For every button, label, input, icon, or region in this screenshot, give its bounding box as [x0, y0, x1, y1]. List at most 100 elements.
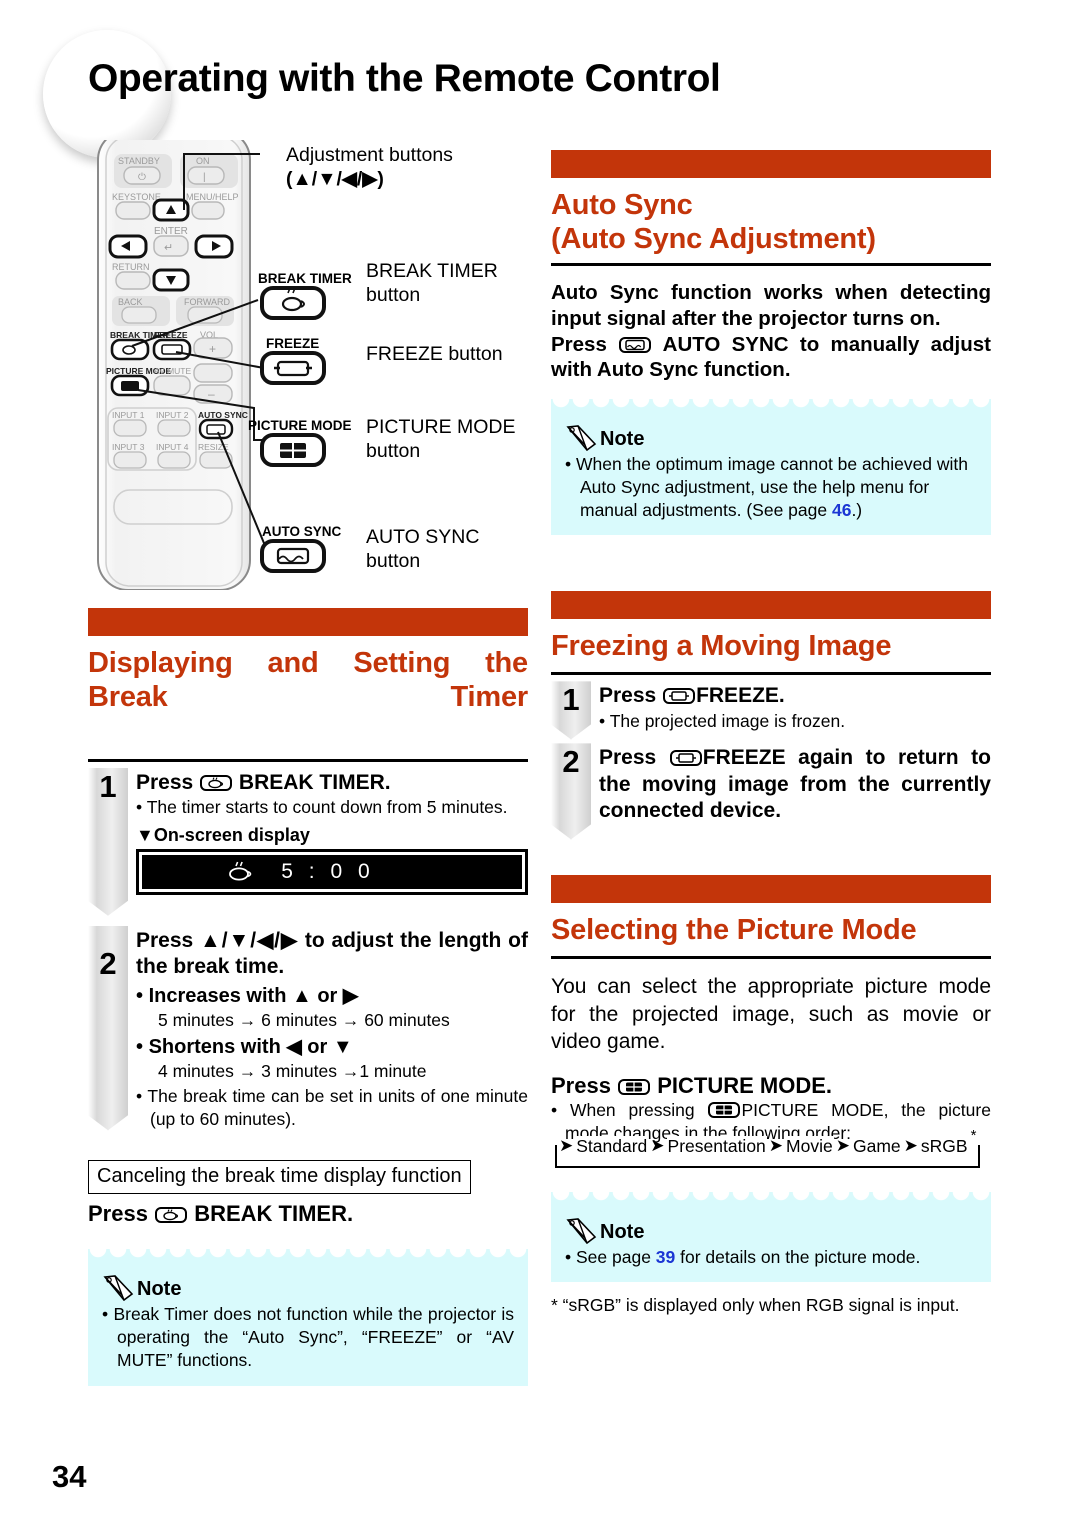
press-suffix: PICTURE MODE. — [657, 1073, 832, 1099]
step-subline-shorten: 4 minutes → 3 minutes →1 minute — [158, 1061, 427, 1082]
svg-text:⏻: ⏻ — [138, 172, 146, 183]
callout-adjustment-buttons: Adjustment buttons (▲/▼/◀/▶) — [286, 144, 453, 192]
pencil-icon — [566, 1217, 597, 1244]
manual-page: Operating with the Remote Control STANDB… — [0, 0, 1080, 1529]
picture-mode-description: You can select the appropriate picture m… — [551, 975, 991, 1053]
svg-text:+: + — [209, 342, 216, 356]
cancel-break-timer-block: Canceling the break time display functio… — [88, 1160, 528, 1227]
section-auto-sync: Auto Sync (Auto Sync Adjustment) Auto Sy… — [551, 150, 991, 536]
flow-arrow: ➤ — [903, 1136, 918, 1156]
press-suffix: AUTO SYNC to manually adjust with Auto S… — [551, 332, 991, 382]
flow-item: Standard — [575, 1135, 649, 1157]
flow-item: Game — [851, 1135, 902, 1157]
flow-item: sRGB — [919, 1135, 969, 1157]
note-item: Break Timer does not function while the … — [102, 1303, 514, 1371]
svg-text:MENU/HELP: MENU/HELP — [186, 192, 239, 202]
svg-text:BACK: BACK — [118, 297, 143, 307]
section-accent-bar — [551, 875, 991, 904]
heading-line-1: Auto Sync — [551, 189, 693, 221]
page-reference: 46 — [831, 499, 852, 520]
note-label: Note — [600, 1220, 645, 1243]
svg-text:BREAK TIMER: BREAK TIMER — [258, 271, 352, 286]
press-prefix: Press — [599, 684, 657, 708]
note-item: See page 39 for details on the picture m… — [565, 1246, 977, 1269]
step-heading: Press FREEZE. — [599, 683, 991, 709]
note-list: Break Timer does not function while the … — [102, 1303, 514, 1371]
svg-text:↵: ↵ — [164, 242, 173, 254]
press-prefix: Press — [88, 1201, 148, 1227]
auto-sync-press-instruction: Press AUTO SYNC to manually adjust with … — [551, 332, 991, 384]
section-freezing: Freezing a Moving Image 1 Press FREEZE. … — [551, 591, 991, 839]
pencil-icon — [103, 1275, 134, 1302]
step-subline-increase: 5 minutes → 6 minutes → 60 minutes — [158, 1010, 450, 1031]
note-header: Note — [102, 1275, 514, 1302]
step-bullet-shorten: Shortens with ◀ or ▼ — [136, 1034, 528, 1060]
picture-mode-icon — [618, 1079, 651, 1096]
note-item: When the optimum image cannot be achieve… — [565, 453, 977, 521]
cancel-press-instruction: Press BREAK TIMER. — [88, 1201, 528, 1227]
step-bullet: The projected image is frozen. — [599, 710, 991, 733]
svg-text:FREEZE: FREEZE — [266, 336, 319, 351]
section-divider — [551, 956, 991, 960]
bullet-text-before: When pressing — [569, 1100, 695, 1121]
press-prefix: Press — [599, 746, 657, 770]
note-text-before: When the optimum image cannot be achieve… — [576, 454, 969, 520]
pencil-icon — [566, 425, 597, 452]
flow-arrow-in: ➤ — [559, 1136, 574, 1156]
freeze-icon — [663, 688, 696, 705]
coffee-cup-icon — [229, 861, 252, 881]
step-heading: Press ▲/▼/◀/▶ to adjust the length of th… — [136, 928, 528, 979]
callout-line-1: BREAK TIMER — [366, 260, 498, 282]
callout-line-2: button — [366, 283, 421, 306]
step-content: Press BREAK TIMER. The timer starts to c… — [136, 768, 528, 916]
callout-line-2: button — [366, 549, 421, 572]
step-number: 2 — [88, 926, 128, 1131]
callout-line-1: Adjustment buttons — [286, 144, 453, 166]
svg-text:ON: ON — [196, 156, 210, 166]
step-break-timer-1: 1 Press BREAK TIMER. The timer starts to… — [88, 768, 528, 916]
svg-text:PICTURE MODE: PICTURE MODE — [248, 418, 352, 433]
callout-picture-mode: PICTURE MODE button — [366, 416, 516, 464]
remote-control-figure: STANDBY ⏻ ON | KEYSTONE MENU/HELP ENTER … — [88, 129, 533, 591]
note-header: Note — [565, 425, 977, 452]
page-number: 34 — [52, 1459, 87, 1494]
section-heading-break-timer: Displaying and Setting the Break Timer — [88, 647, 528, 713]
picture-mode-icon — [708, 1102, 741, 1119]
press-prefix: Press — [551, 1073, 611, 1099]
note-label: Note — [137, 1278, 182, 1301]
step-content: Press FREEZE. The projected image is fro… — [599, 681, 991, 739]
note-list: See page 39 for details on the picture m… — [565, 1246, 977, 1269]
page-title: Operating with the Remote Control — [88, 57, 721, 100]
svg-text:INPUT 3: INPUT 3 — [112, 442, 145, 452]
section-accent-bar — [551, 591, 991, 620]
note-text-after: .) — [851, 499, 863, 520]
press-suffix: BREAK TIMER. — [194, 1201, 354, 1227]
svg-text:INPUT 1: INPUT 1 — [112, 410, 145, 420]
osd-timer-value: 5 : 0 0 — [281, 859, 375, 883]
step-bullet-increase: Increases with ▲ or ▶ — [136, 983, 528, 1009]
step-content: Press FREEZE again to return to the movi… — [599, 743, 991, 839]
step-final-bullet: The break time can be set in units of on… — [136, 1085, 528, 1131]
heading-line-2: (Auto Sync Adjustment) — [551, 222, 876, 255]
freeze-icon — [669, 750, 702, 767]
step-freeze-2: 2 Press FREEZE again to return to the mo… — [551, 743, 991, 839]
step-freeze-1: 1 Press FREEZE. The projected image is f… — [551, 681, 991, 739]
section-picture-mode: Selecting the Picture Mode You can selec… — [551, 875, 991, 1317]
press-suffix: BREAK TIMER. — [238, 770, 391, 794]
on-screen-display: 5 : 0 0 — [136, 848, 528, 895]
callout-auto-sync: AUTO SYNC button — [366, 526, 479, 574]
left-column-break-timer: Displaying and Setting the Break Timer 1… — [88, 608, 528, 1386]
callout-line-1: AUTO SYNC — [366, 526, 480, 548]
section-accent-bar — [88, 608, 528, 636]
svg-text:RETURN: RETURN — [112, 262, 150, 272]
section-accent-bar — [551, 150, 991, 178]
note-text: Break Timer does not function while the … — [113, 1304, 514, 1370]
picture-mode-press-instruction: Press PICTURE MODE. — [551, 1073, 991, 1099]
flow-footnote-marker: * — [970, 1126, 977, 1144]
note-header: Note — [565, 1217, 977, 1244]
svg-text:STANDBY: STANDBY — [118, 156, 160, 166]
section-heading-freezing: Freezing a Moving Image — [551, 630, 892, 663]
callout-line-1: PICTURE MODE — [366, 416, 516, 438]
step-break-timer-2: 2 Press ▲/▼/◀/▶ to adjust the length of … — [88, 926, 528, 1131]
svg-text:–: – — [208, 387, 215, 401]
